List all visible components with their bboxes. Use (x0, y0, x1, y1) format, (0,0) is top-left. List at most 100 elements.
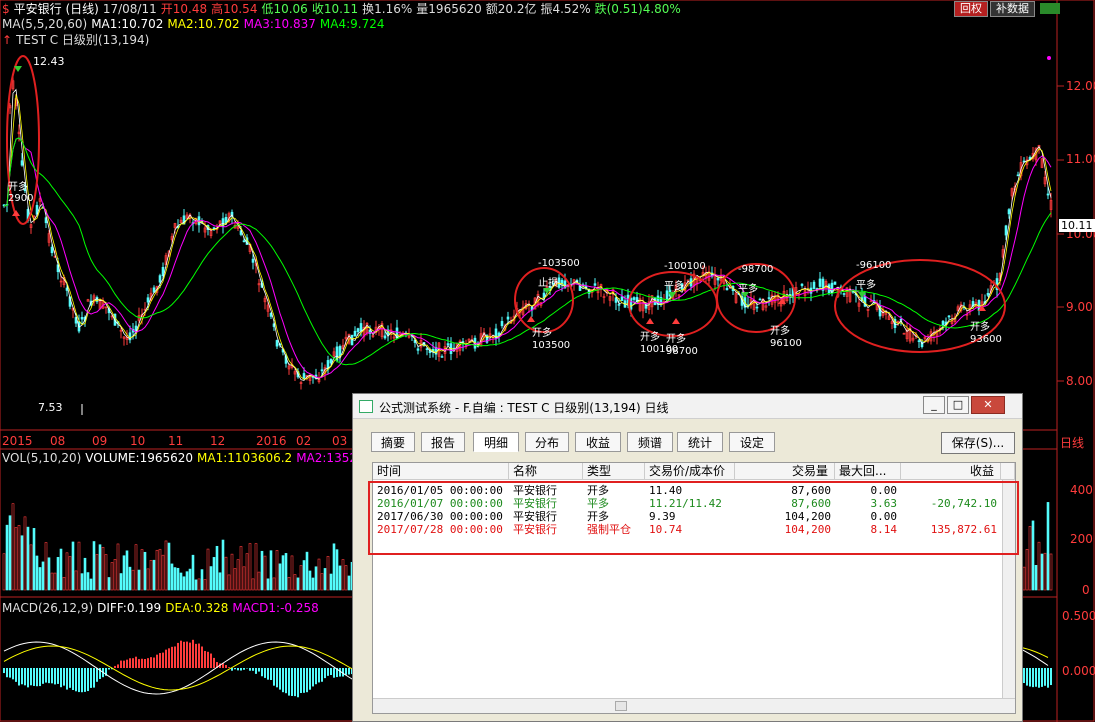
candle-body (383, 335, 387, 339)
column-header-name[interactable]: 名称 (509, 463, 583, 480)
candle-body (1046, 193, 1050, 196)
strategy-label: TEST C 日级别(13,194) (16, 33, 150, 47)
macd-bar (129, 658, 131, 668)
macd-bar (261, 668, 263, 677)
volume-bar (290, 555, 294, 591)
price-axis-label: 9.00 (1066, 300, 1093, 314)
column-header-price[interactable]: 交易价/成本价 (645, 463, 735, 480)
volume-bar (59, 548, 63, 591)
volume-bar (44, 542, 48, 591)
column-header-extra (1001, 463, 1015, 480)
macd-bar (45, 668, 47, 683)
up-arrow-icon: ↑ (2, 33, 13, 47)
volume-bar (221, 539, 225, 591)
supplement-data-button[interactable]: 补数据 (990, 1, 1035, 17)
macd-bar (195, 643, 197, 668)
macd-bar (132, 658, 134, 668)
stop-loss-label: 止损 (538, 278, 558, 289)
volume-bar (227, 574, 231, 591)
candle-body (1016, 174, 1020, 177)
column-header-time[interactable]: 时间 (373, 463, 509, 480)
trade-qty-label: 96100 (770, 338, 802, 349)
candle-body (242, 240, 246, 243)
volume-header: VOL(5,10,20) VOLUME:1965620 MA1:1103606.2 M… (2, 451, 361, 465)
macd-bar (273, 668, 275, 686)
tab-profit[interactable]: 收益 (575, 432, 621, 452)
tab-detail[interactable]: 明细 (473, 432, 519, 452)
x-axis-label: 12 (210, 434, 226, 448)
macd-bar (93, 668, 95, 688)
volume-bar (314, 566, 318, 591)
volume-bar (185, 571, 189, 591)
data-status-icon[interactable] (1040, 3, 1060, 14)
volume-ma1: MA1:1103606.2 (197, 451, 293, 465)
candle-body (446, 343, 450, 346)
volume-bar (77, 541, 81, 591)
macd-bar (9, 668, 11, 678)
price-axis-label: 12.00 (1066, 79, 1095, 93)
open-long-label: 开多 (640, 332, 660, 343)
price-axis-label: 11.00 (1066, 152, 1095, 166)
macd-bar (168, 648, 170, 668)
volume-bar (125, 550, 129, 591)
period-label[interactable]: 日线 (1060, 434, 1084, 451)
macd-bar (201, 646, 203, 668)
tab-report[interactable]: 报告 (421, 432, 465, 452)
macd-bar (189, 642, 191, 668)
macd-bar (165, 649, 167, 668)
volume-bar (104, 554, 108, 591)
restore-right-button[interactable]: 回权 (954, 1, 988, 17)
volume-bar (50, 572, 54, 591)
column-header-type[interactable]: 类型 (583, 463, 645, 480)
trade-qty-label: -96100 (856, 260, 892, 271)
volume-bar (8, 515, 12, 591)
trade-qty-label: -103500 (538, 258, 580, 269)
volume-bar (1046, 502, 1050, 591)
dialog-titlebar[interactable]: 公式测试系统 - F.自编 : TEST C 日级别(13,194) 日线 _ … (353, 394, 1022, 419)
macd-bar (288, 668, 290, 696)
close-button[interactable]: ✕ (971, 396, 1005, 414)
low-price: 低10.06 (261, 2, 308, 16)
scroll-thumb[interactable] (615, 701, 627, 711)
strategy-header: ↑ TEST C 日级别(13,194) (2, 33, 153, 47)
column-header-qty[interactable]: 交易量 (735, 463, 835, 480)
volume-bar (299, 565, 303, 591)
volume-title: VOL(5,10,20) (2, 451, 82, 465)
candle-body (416, 348, 420, 351)
x-axis-label: 2015 (2, 434, 33, 448)
volume-bar (38, 567, 42, 591)
tab-distribution[interactable]: 分布 (525, 432, 569, 452)
macd-bar (174, 646, 176, 668)
macd-bar (330, 668, 332, 675)
open-long-label: 开多 (666, 334, 686, 345)
close-long-label: 平多 (738, 284, 758, 295)
macd-bar (297, 668, 299, 698)
maximize-button[interactable]: □ (947, 396, 969, 414)
save-button[interactable]: 保存(S)... (941, 432, 1015, 454)
trade-qty-label: 103500 (532, 340, 571, 351)
tab-settings[interactable]: 设定 (729, 432, 775, 452)
macd-bar (1029, 668, 1031, 687)
tab-summary[interactable]: 摘要 (371, 432, 415, 452)
macd-bar (276, 668, 278, 688)
candle-body (593, 283, 597, 286)
macd-bar (18, 668, 20, 686)
column-header-profit[interactable]: 收益 (901, 463, 1001, 480)
horizontal-scrollbar[interactable] (373, 698, 1015, 713)
tab-spectrum[interactable]: 频谱 (627, 432, 673, 452)
volume-bar (215, 545, 219, 591)
minimize-button[interactable]: _ (923, 396, 945, 414)
volume-bar (338, 565, 342, 591)
macd-bar (291, 668, 293, 696)
volume-bar (68, 556, 72, 591)
macd-bar (72, 668, 74, 691)
macd-bar (198, 643, 200, 668)
volume-bar (197, 578, 201, 591)
tab-statistics[interactable]: 统计 (677, 432, 723, 452)
macd-bar (36, 668, 38, 687)
open-long-label: 开多 (970, 322, 990, 333)
close-long-label: 平多 (664, 281, 684, 292)
macd-bar (171, 646, 173, 668)
candle-body (800, 283, 804, 286)
column-header-drawdown[interactable]: 最大回... (835, 463, 901, 480)
